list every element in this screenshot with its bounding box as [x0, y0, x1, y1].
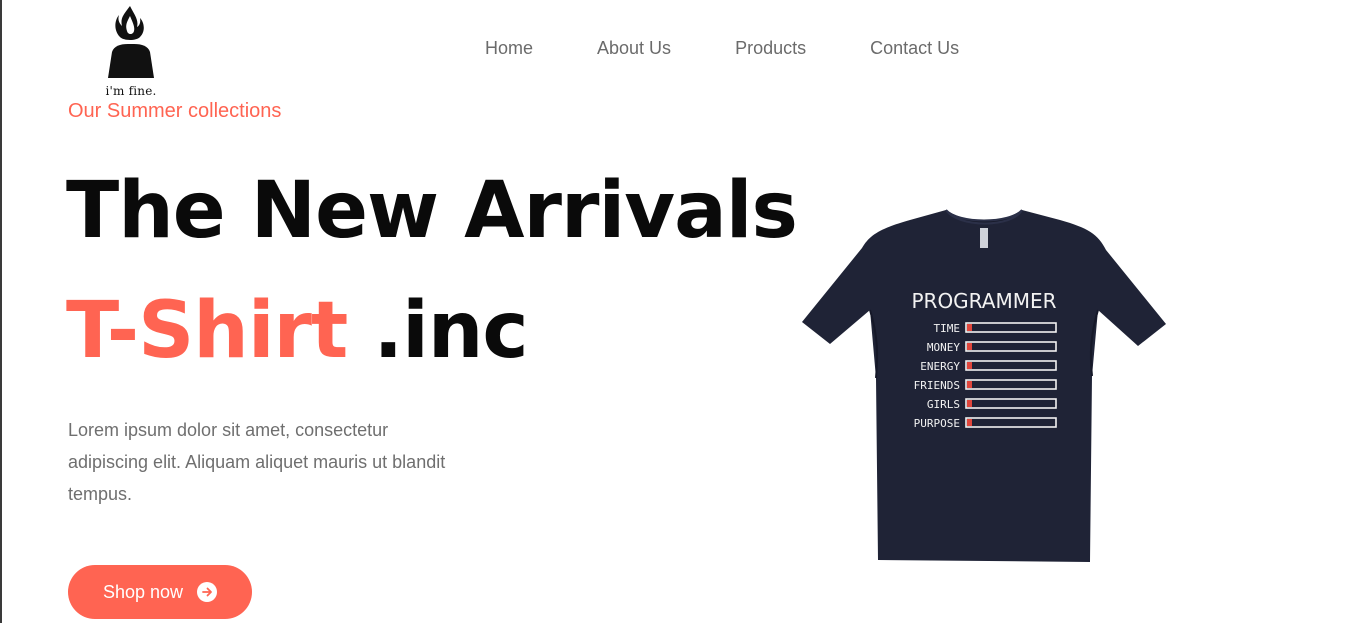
- hero-title-accent: T-Shirt: [66, 286, 348, 376]
- nav-products[interactable]: Products: [735, 38, 806, 59]
- hero-eyebrow: Our Summer collections: [68, 100, 282, 122]
- shop-now-label: Shop now: [102, 581, 184, 602]
- nav-about-us[interactable]: About Us: [597, 38, 671, 59]
- logo-text: i'm fine.: [105, 84, 157, 98]
- nav-home[interactable]: Home: [485, 38, 533, 59]
- nav-contact-us[interactable]: Contact Us: [870, 38, 959, 59]
- tshirt-illustration: PROGRAMMER TIME MONEY ENERGY FRIENDS GIR…: [802, 209, 1166, 562]
- shirt-bar-label-friends: FRIENDS: [914, 379, 960, 392]
- arrow-right-icon: [197, 582, 218, 602]
- shirt-bar-label-money: MONEY: [927, 341, 960, 354]
- brand-logo[interactable]: i'm fine.: [100, 4, 162, 102]
- flame-head-icon: [108, 6, 154, 78]
- shirt-bar-label-time: TIME: [934, 322, 961, 335]
- shirt-bar-label-energy: ENERGY: [920, 360, 960, 373]
- shop-now-button[interactable]: Shop now: [68, 565, 252, 619]
- hero-title: The New Arrivals: [66, 166, 798, 256]
- hero-title-rest: .inc: [347, 286, 528, 376]
- hero-subtitle: T-Shirt .inc: [66, 292, 529, 370]
- landing-page: i'm fine. Home About Us Products Contact…: [0, 0, 1349, 623]
- product-image: PROGRAMMER TIME MONEY ENERGY FRIENDS GIR…: [798, 206, 1170, 566]
- shirt-bar-label-purpose: PURPOSE: [914, 417, 960, 430]
- shirt-bar-label-girls: GIRLS: [927, 398, 960, 411]
- hero-description: Lorem ipsum dolor sit amet, consectetur …: [68, 420, 446, 504]
- shirt-heading: PROGRAMMER: [911, 289, 1056, 313]
- main-nav: Home About Us Products Contact Us: [485, 38, 959, 59]
